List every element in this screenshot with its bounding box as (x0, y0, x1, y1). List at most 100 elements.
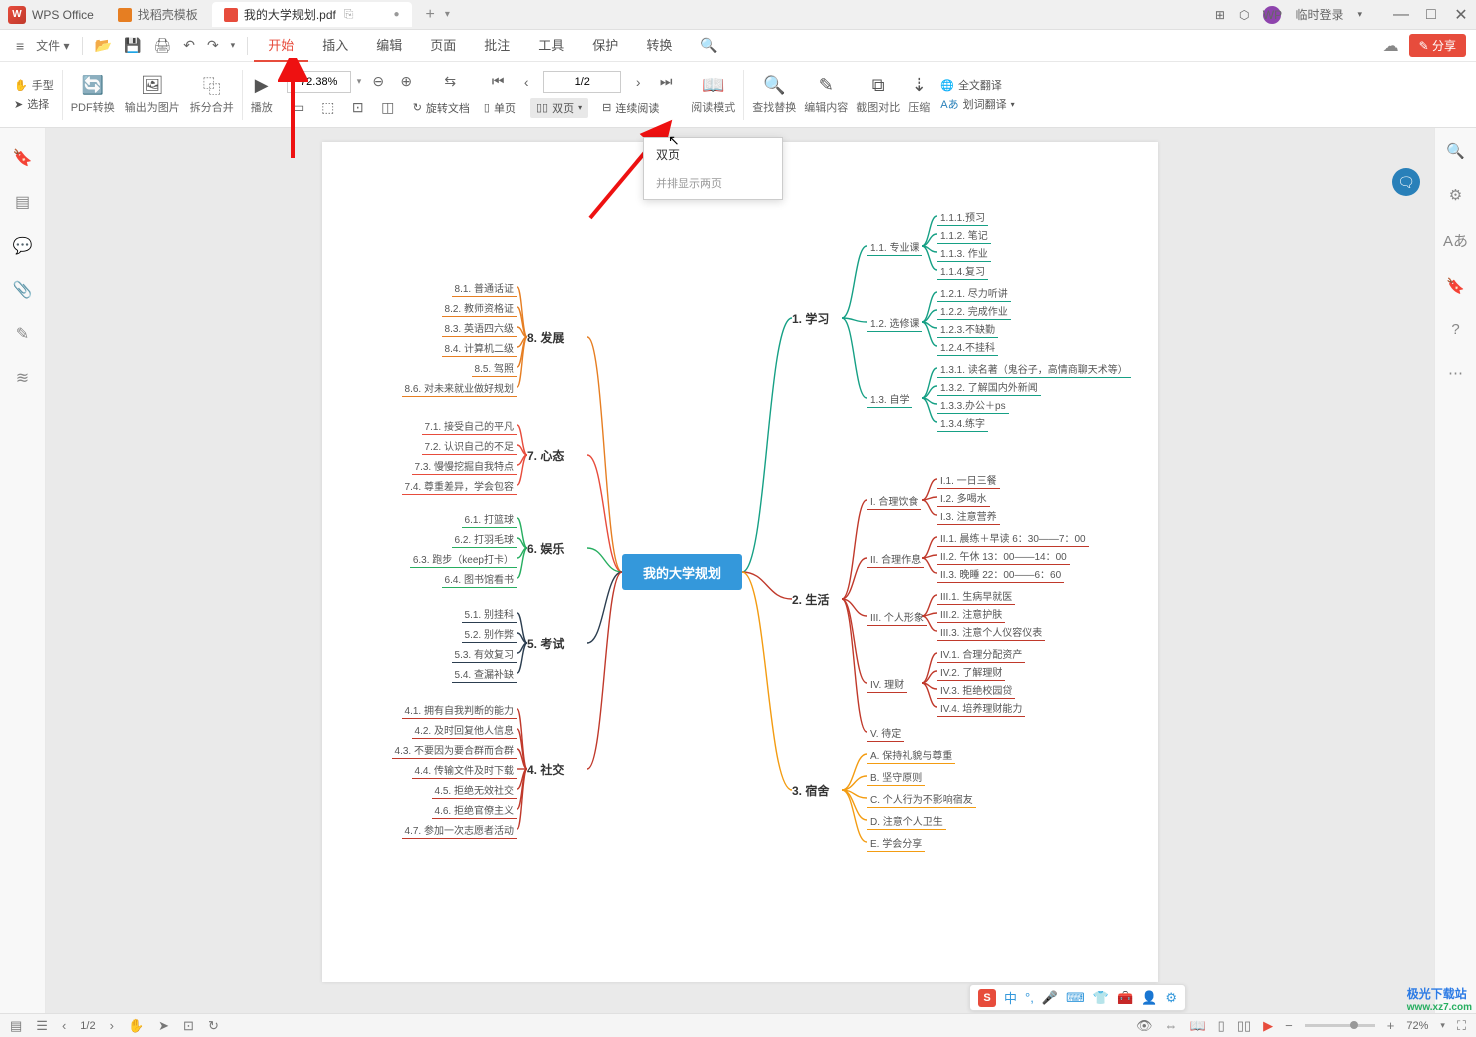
sb-play-icon[interactable]: ▶ (1263, 1018, 1273, 1034)
zoom-dropdown-icon[interactable]: ▾ (357, 76, 362, 87)
ime-skin-icon[interactable]: 👕 (1093, 990, 1109, 1006)
menu-工具[interactable]: 工具 (524, 29, 578, 62)
sb-prev-icon[interactable]: ‹ (62, 1018, 66, 1033)
menu-插入[interactable]: 插入 (308, 29, 362, 62)
ime-lang[interactable]: 中 (1004, 988, 1017, 1007)
grid-icon[interactable]: ⊞ (1215, 8, 1225, 22)
floating-assistant-button[interactable]: 🗨 (1392, 168, 1420, 196)
ime-voice-icon[interactable]: 🎤 (1042, 990, 1058, 1006)
zoom-out-button[interactable]: ⊖ (367, 71, 389, 93)
fulltext-translate-button[interactable]: 🌐全文翻译 (940, 77, 1002, 93)
sb-thumbnail-icon[interactable]: ▤ (10, 1018, 22, 1034)
new-tab-button[interactable]: + (426, 6, 435, 24)
redo-dropdown-icon[interactable]: ▾ (225, 36, 242, 55)
settings-icon[interactable]: ⚙ (1449, 186, 1462, 204)
bookmark-icon[interactable]: 🔖 (13, 148, 33, 168)
first-page-button[interactable]: ⏮ (487, 71, 509, 93)
ime-toolbox-icon[interactable]: 🧰 (1117, 990, 1133, 1006)
menu-页面[interactable]: 页面 (416, 29, 470, 62)
sb-book-icon[interactable]: 📖 (1189, 1018, 1205, 1034)
sb-fitwidth-icon[interactable]: ⇔ (1164, 1018, 1177, 1033)
minimize-button[interactable]: — (1394, 8, 1408, 22)
sb-fit-icon[interactable]: ⊡ (183, 1018, 194, 1034)
signature-icon[interactable]: ✎ (16, 324, 29, 344)
select-tool[interactable]: ➤选择 (14, 96, 49, 112)
sb-zoom-dropdown-icon[interactable]: ▾ (1440, 1020, 1445, 1031)
fit-page-icon[interactable]: ▭ (287, 97, 309, 119)
play-button[interactable]: ▶ 播放 (251, 75, 273, 115)
menu-批注[interactable]: 批注 (470, 29, 524, 62)
file-menu[interactable]: 文件 ▾ (30, 33, 75, 58)
last-page-button[interactable]: ⏭ (655, 71, 677, 93)
fit-width-icon[interactable]: ⇆ (439, 71, 461, 93)
menu-开始[interactable]: 开始 (254, 29, 308, 62)
ime-user-icon[interactable]: 👤 (1141, 990, 1157, 1006)
zoom-slider[interactable] (1305, 1024, 1375, 1027)
menu-保护[interactable]: 保护 (578, 29, 632, 62)
ime-settings-icon[interactable]: ⚙ (1165, 990, 1177, 1006)
cloud-icon[interactable]: ☁ (1383, 36, 1399, 56)
print-icon[interactable]: 🖨 (147, 33, 177, 58)
layers-icon[interactable]: ≋ (16, 368, 29, 388)
next-page-button[interactable]: › (627, 71, 649, 93)
login-status[interactable]: 临时登录 (1295, 6, 1343, 23)
word-translate-button[interactable]: Aあ划词翻译 ▾ (940, 96, 1014, 112)
redo-icon[interactable]: ↷ (201, 33, 225, 58)
rotate-doc-button[interactable]: ↻ 旋转文档 (413, 100, 470, 116)
single-page-button[interactable]: ▯单页 (478, 98, 522, 118)
sb-double-icon[interactable]: ▯▯ (1237, 1018, 1251, 1034)
sb-zoom-in-icon[interactable]: + (1387, 1018, 1395, 1033)
page-input[interactable] (543, 71, 621, 93)
zoom-input[interactable] (287, 71, 351, 93)
tab-document[interactable]: 我的大学规划.pdf ⎘ ● (212, 2, 412, 27)
reading-mode-button[interactable]: 📖 阅读模式 (691, 75, 735, 115)
zoom-in-button[interactable]: ⊕ (395, 71, 417, 93)
close-button[interactable]: ✕ (1454, 8, 1468, 22)
find-replace-button[interactable]: 🔍 查找替换 (752, 75, 796, 115)
menu-转换[interactable]: 转换 (632, 29, 686, 62)
sb-hand-icon[interactable]: ✋ (128, 1018, 144, 1034)
attachment-icon[interactable]: 📎 (13, 280, 33, 300)
document-area[interactable]: 我的大学规划 8. 发展8.1. 普通话证8.2. 教师资格证8.3. 英语四六… (46, 128, 1434, 1015)
avatar[interactable]: WP (1263, 6, 1281, 24)
actual-size-icon[interactable]: ⬚ (317, 97, 339, 119)
translate-panel-icon[interactable]: Aあ (1443, 230, 1468, 251)
open-icon[interactable]: 📂 (89, 33, 118, 58)
tab-menu-button[interactable]: ▾ (445, 9, 450, 20)
thumbnail-icon[interactable]: ▤ (15, 192, 30, 212)
maximize-button[interactable]: □ (1424, 8, 1438, 22)
dropdown-option-double[interactable]: 双页 (644, 138, 782, 171)
sb-fullscreen-icon[interactable]: ⛶ (1457, 1018, 1466, 1034)
cube-icon[interactable]: ⬡ (1239, 8, 1249, 22)
sb-outline-icon[interactable]: ☰ (36, 1018, 48, 1034)
menu-hamburger-icon[interactable]: ≡ (10, 34, 30, 58)
comment-icon[interactable]: 💬 (13, 236, 33, 256)
tab-close[interactable]: ● (393, 9, 399, 20)
pdf-convert-button[interactable]: 🔄 PDF转换 (71, 75, 115, 115)
fit-icon[interactable]: ⊡ (347, 97, 369, 119)
export-image-button[interactable]: 🖼 输出为图片 (125, 75, 180, 115)
search-panel-icon[interactable]: 🔍 (1446, 142, 1465, 160)
compress-button[interactable]: ⇣ 压缩 (908, 75, 930, 115)
sb-zoom-out-icon[interactable]: − (1285, 1018, 1293, 1033)
ime-toolbar[interactable]: S 中 °, 🎤 ⌨ 👕 🧰 👤 ⚙ (969, 984, 1186, 1011)
prev-page-button[interactable]: ‹ (515, 71, 537, 93)
menu-编辑[interactable]: 编辑 (362, 29, 416, 62)
screenshot-compare-button[interactable]: ⧉ 截图对比 (856, 75, 900, 115)
fit-icon-2[interactable]: ◫ (377, 97, 399, 119)
ime-keyboard-icon[interactable]: ⌨ (1066, 990, 1085, 1006)
save-icon[interactable]: 💾 (118, 33, 147, 58)
hand-tool[interactable]: ✋手型 (14, 77, 54, 93)
sb-eye-icon[interactable]: 👁 (1136, 1018, 1153, 1034)
help-icon[interactable]: ? (1451, 321, 1459, 338)
edit-content-button[interactable]: ✎ 编辑内容 (804, 75, 848, 115)
tab-templates[interactable]: 找稻壳模板 (106, 2, 210, 27)
sb-next-icon[interactable]: › (110, 1018, 114, 1033)
sb-rotate-icon[interactable]: ↻ (208, 1018, 219, 1034)
continuous-read-button[interactable]: ⊟连续阅读 (596, 98, 665, 118)
more-icon[interactable]: ⋯ (1448, 364, 1463, 382)
undo-icon[interactable]: ↶ (177, 33, 201, 58)
sb-single-icon[interactable]: ▯ (1218, 1018, 1225, 1034)
search-icon[interactable]: 🔍 (694, 33, 723, 58)
bookmark-panel-icon[interactable]: 🔖 (1446, 277, 1465, 295)
